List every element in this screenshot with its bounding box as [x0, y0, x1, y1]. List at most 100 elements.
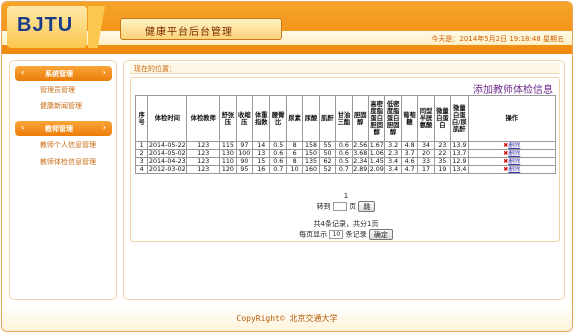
- table-cell: 13.7: [450, 149, 469, 158]
- column-header: 葡萄糖: [400, 95, 419, 142]
- table-cell: 14: [252, 141, 271, 150]
- table-cell: 2.34: [351, 157, 370, 166]
- table-cell: 0.7: [335, 165, 353, 174]
- table-row: 1 2014-05-22 123 115 97 14 0.5 8 158 55 0.6 2.56 1.6…: [134, 141, 557, 150]
- table-cell: 13.4: [450, 165, 469, 174]
- delete-link[interactable]: 删除: [508, 151, 520, 157]
- table-cell: 62: [318, 157, 337, 166]
- table-cell: 17: [417, 165, 435, 174]
- table-cell: 4.6: [400, 157, 419, 166]
- chevron-left-icon: ‹: [21, 123, 25, 132]
- pager-current: 1: [131, 192, 561, 200]
- per-page-prefix: 每页显示: [299, 230, 328, 239]
- current-page: 1: [343, 192, 349, 200]
- action-cell: ✖删除: [467, 165, 557, 174]
- menu-head-system[interactable]: ‹ 系统管理 ›: [15, 66, 112, 81]
- column-header: 体重指数: [252, 95, 271, 142]
- table-cell: 1.06: [368, 149, 386, 158]
- table-cell: 3.7: [400, 149, 419, 158]
- add-exam-link[interactable]: 添加教师体检信息: [473, 81, 553, 96]
- delete-link[interactable]: 删除: [508, 143, 520, 149]
- table-cell: 23: [433, 141, 452, 150]
- exam-table: 序号 体检时间 体检教师 舒张压 收缩压 体重指数 腰臀比 尿素 尿酸 肌酐 甘油三酯 胆固醇 高密度脂…: [134, 95, 557, 174]
- table-cell: 160: [302, 165, 320, 174]
- table-cell: 0.5: [269, 141, 287, 150]
- table-cell: 123: [186, 165, 221, 174]
- table-body: 1 2014-05-22 123 115 97 14 0.5 8 158 55 0.6 2.56 1.6…: [134, 141, 557, 174]
- column-header: 胆固醇: [351, 95, 370, 142]
- table-cell: 97: [235, 141, 254, 150]
- table-row: 3 2014-04-23 123 110 90 15 0.6 8 135 62 0.5 2.34 1.4…: [134, 157, 557, 166]
- action-cell: ✖删除: [467, 149, 557, 158]
- column-header: 序号: [134, 95, 149, 142]
- column-header: 微量白蛋白: [433, 95, 452, 142]
- table-cell: 2: [134, 149, 149, 158]
- column-header: 低密度脂蛋白胆固醇: [384, 95, 402, 142]
- column-header: 微量白蛋白/尿肌酐: [450, 95, 469, 142]
- column-header: 收缩压: [235, 95, 254, 142]
- delete-link[interactable]: 删除: [508, 159, 520, 165]
- confirm-button[interactable]: 确定: [368, 229, 393, 240]
- table-cell: 13.9: [450, 141, 469, 150]
- table-cell: 2.56: [351, 141, 370, 150]
- table-cell: 3: [134, 157, 149, 166]
- column-header: 体检时间: [147, 95, 188, 142]
- table-cell: 35: [433, 157, 452, 166]
- table-cell: 8: [285, 141, 304, 150]
- table-cell: 13: [252, 149, 271, 158]
- sidebar-item-admin[interactable]: 管理员管理: [40, 85, 75, 95]
- table-cell: 33: [417, 157, 435, 166]
- logo: BJTU: [17, 14, 74, 36]
- header: BJTU 健康平台后台管理 今天是：2014年5月2日 19:18:48 星期五: [2, 2, 572, 54]
- table-cell: 158: [302, 141, 320, 150]
- table-cell: 0.5: [335, 157, 353, 166]
- table-cell: 135: [302, 157, 320, 166]
- table-cell: 0.6: [335, 141, 353, 150]
- table-cell: 16: [252, 165, 271, 174]
- column-header: 腰臀比: [269, 95, 287, 142]
- record-summary: 共4条记录，共分1页: [313, 220, 379, 228]
- menu-head-teacher[interactable]: ‹ 教师管理 ›: [15, 121, 112, 136]
- table-cell: 0.6: [269, 157, 287, 166]
- goto-page-input[interactable]: [332, 202, 347, 211]
- table-cell: 2.09: [368, 165, 386, 174]
- table-cell: 8: [285, 157, 304, 166]
- header-slant: [88, 6, 118, 48]
- table-cell: 3.68: [351, 149, 370, 158]
- table-cell: 2014-04-23: [147, 157, 188, 166]
- column-header: 尿酸: [302, 95, 320, 142]
- column-header: 肌酐: [318, 95, 337, 142]
- table-cell: 95: [235, 165, 254, 174]
- table-cell: 4: [134, 165, 149, 174]
- table-cell: 2014-05-22: [147, 141, 188, 150]
- table-cell: 130: [219, 149, 237, 158]
- sidebar-item-teacher-info[interactable]: 教师个人信息管理: [40, 140, 96, 150]
- app-frame: BJTU 健康平台后台管理 今天是：2014年5月2日 19:18:48 星期五…: [1, 1, 573, 332]
- table-cell: 10: [285, 165, 304, 174]
- table-cell: 50: [318, 149, 337, 158]
- delete-link[interactable]: 删除: [508, 167, 520, 173]
- sidebar-item-news[interactable]: 健康新闻管理: [40, 101, 82, 111]
- table-cell: 115: [219, 141, 237, 150]
- main-content: 现在的位置： 添加教师体检信息 序号 体检时间 体检教师 舒张压 收缩压 体重指数 腰臀比尿…: [123, 60, 565, 300]
- title-plate: 健康平台后台管理: [120, 18, 282, 40]
- table-cell: 15: [252, 157, 271, 166]
- location-bar: 现在的位置：: [130, 63, 560, 74]
- pager-per-page: 每页显示 10 条记录 确定: [131, 229, 561, 240]
- action-cell: ✖删除: [467, 141, 557, 150]
- sidebar-item-teacher-exam[interactable]: 教师体检信息管理: [40, 157, 96, 167]
- table-cell: 55: [318, 141, 337, 150]
- table-cell: 1.67: [368, 141, 386, 150]
- per-page-input[interactable]: 10: [329, 230, 344, 239]
- jump-button[interactable]: 跳: [358, 201, 376, 212]
- table-cell: 52: [318, 165, 337, 174]
- menu-head-label: 系统管理: [45, 70, 73, 78]
- column-header: 舒张压: [219, 95, 237, 142]
- table-cell: 34: [417, 141, 435, 150]
- column-header: 体检教师: [186, 95, 221, 142]
- table-cell: 19: [433, 165, 452, 174]
- table-cell: 123: [186, 149, 221, 158]
- column-header: 甘油三酯: [335, 95, 353, 142]
- column-header: 操作: [467, 95, 557, 142]
- table-cell: 123: [186, 157, 221, 166]
